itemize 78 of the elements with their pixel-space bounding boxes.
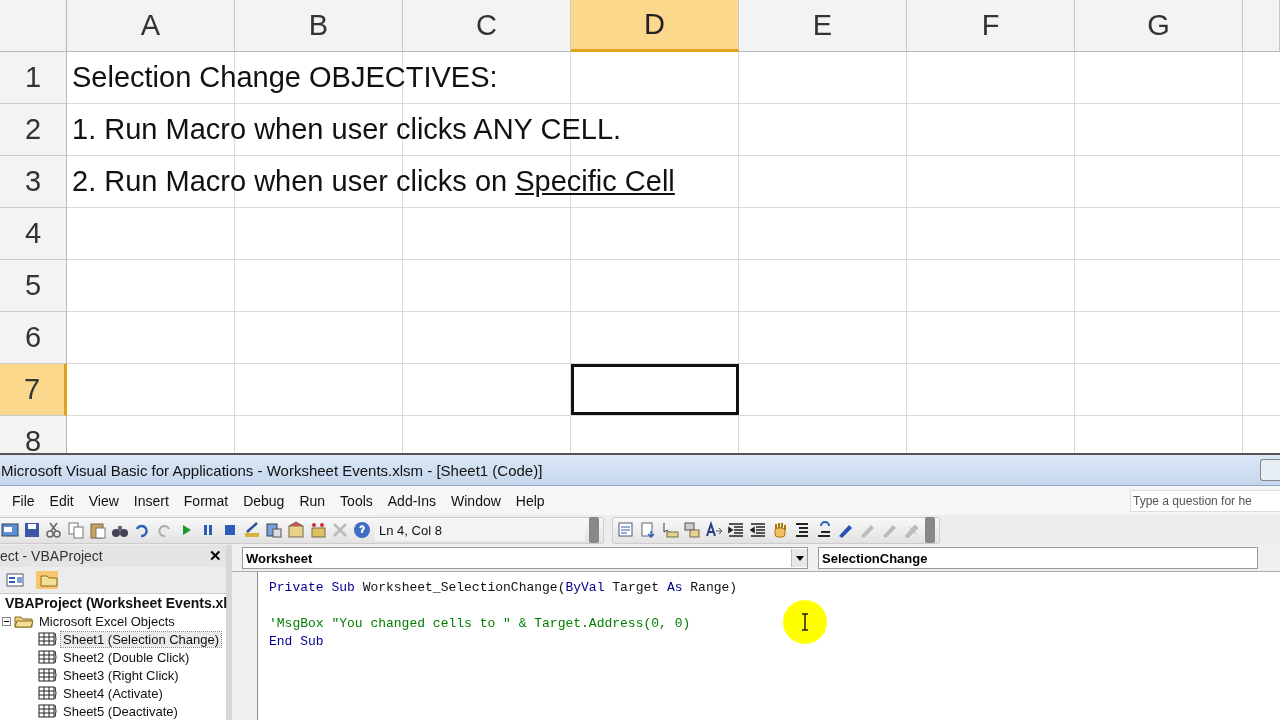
menu-item[interactable]: View bbox=[88, 492, 119, 509]
help-search-field[interactable]: Type a question for he bbox=[1130, 489, 1280, 512]
menu-item[interactable]: Debug bbox=[243, 492, 285, 509]
menu-item[interactable]: Window bbox=[451, 492, 501, 509]
active-cell[interactable] bbox=[571, 364, 739, 415]
toolbar-grip[interactable] bbox=[589, 517, 599, 543]
worksheet-icon bbox=[38, 668, 58, 682]
row-header[interactable]: 5 bbox=[0, 260, 67, 312]
menu-item[interactable]: File bbox=[12, 492, 35, 509]
quick-info-icon[interactable] bbox=[661, 521, 679, 539]
list-constants-icon[interactable] bbox=[639, 521, 657, 539]
tree-item[interactable]: Sheet5 (Deactivate) bbox=[61, 703, 180, 719]
cell-text: 1. Run Macro when user clicks ANY CELL. bbox=[72, 113, 622, 146]
window-title: Microsoft Visual Basic for Applications - Worksheet Events.xlsm - [Sheet1 (Code)] bbox=[1, 461, 543, 479]
column-header[interactable]: A bbox=[67, 0, 235, 52]
caret-icon bbox=[795, 555, 804, 561]
tree-item[interactable]: Sheet2 (Double Click) bbox=[61, 649, 192, 665]
close-button[interactable]: ✕ bbox=[209, 547, 222, 565]
menu-item[interactable]: Tools bbox=[340, 492, 373, 509]
row-header[interactable]: 2 bbox=[0, 104, 67, 156]
column-header[interactable]: D bbox=[571, 0, 739, 52]
tree-item[interactable]: VBAProject (Worksheet Events.xl bbox=[3, 595, 230, 611]
properties-icon[interactable] bbox=[287, 521, 305, 539]
object-dropdown[interactable]: Worksheet bbox=[242, 547, 808, 569]
menu-item[interactable]: Insert bbox=[133, 492, 169, 509]
row-header[interactable]: 6 bbox=[0, 312, 67, 364]
cell-text: 2. Run Macro when user clicks on Specific Cell bbox=[72, 165, 675, 198]
tree-item[interactable]: Microsoft Excel Objects bbox=[37, 613, 177, 629]
view-object-icon[interactable] bbox=[6, 571, 24, 589]
column-header[interactable]: G bbox=[1075, 0, 1243, 52]
collapse-toggle[interactable] bbox=[2, 616, 11, 626]
tree-item[interactable]: Sheet3 (Right Click) bbox=[61, 667, 181, 683]
row-header[interactable]: 8 bbox=[0, 416, 67, 453]
indent-icon[interactable] bbox=[727, 521, 745, 539]
copy-icon[interactable] bbox=[67, 521, 85, 539]
text-cursor-icon bbox=[801, 613, 809, 631]
excel-icon[interactable] bbox=[1, 521, 19, 539]
parameter-info-icon[interactable] bbox=[683, 521, 701, 539]
menu-item[interactable]: Format bbox=[183, 492, 229, 509]
pane-title: ect - VBAProject bbox=[0, 548, 103, 564]
save-icon[interactable] bbox=[23, 521, 41, 539]
cell-text: Selection Change OBJECTIVES: bbox=[72, 61, 498, 94]
worksheet-icon bbox=[38, 686, 58, 700]
code-line: End Sub bbox=[269, 634, 324, 649]
row-header[interactable]: 4 bbox=[0, 208, 67, 260]
paste-icon[interactable] bbox=[89, 521, 107, 539]
tree-item[interactable]: Sheet4 (Activate) bbox=[61, 685, 165, 701]
folder-icon bbox=[14, 614, 34, 628]
row-header[interactable]: 1 bbox=[0, 52, 67, 104]
procedure-dropdown[interactable]: SelectionChange bbox=[818, 547, 1258, 569]
hand-icon[interactable] bbox=[771, 521, 789, 539]
complete-word-icon[interactable] bbox=[705, 521, 723, 539]
cut-icon[interactable] bbox=[45, 521, 63, 539]
tree-item[interactable]: Sheet1 (Selection Change) bbox=[61, 631, 222, 647]
menu-item[interactable]: Add-Ins bbox=[387, 492, 437, 509]
worksheet-icon bbox=[38, 650, 58, 664]
menu-item[interactable]: Help bbox=[515, 492, 545, 509]
row-header[interactable]: 3 bbox=[0, 156, 67, 208]
menu-item[interactable]: Run bbox=[299, 492, 326, 509]
column-header[interactable]: E bbox=[739, 0, 907, 52]
worksheet-icon bbox=[38, 632, 58, 646]
outdent-icon[interactable] bbox=[749, 521, 767, 539]
code-line: Private Sub Worksheet_SelectionChange(ByVal Target As Range) bbox=[269, 580, 738, 595]
restore-button[interactable] bbox=[1260, 459, 1280, 481]
column-header[interactable]: C bbox=[403, 0, 571, 52]
help-icon[interactable] bbox=[353, 521, 371, 539]
column-header[interactable]: F bbox=[907, 0, 1075, 52]
list-members-icon[interactable] bbox=[617, 521, 635, 539]
code-line: 'MsgBox "You changed cells to " & Target.Address(0, 0) bbox=[269, 616, 691, 631]
project-explorer-icon[interactable] bbox=[265, 521, 283, 539]
toolbox-icon[interactable] bbox=[309, 521, 327, 539]
column-header[interactable]: B bbox=[235, 0, 403, 52]
uncomment-block-icon[interactable] bbox=[815, 521, 833, 539]
row-header[interactable]: 7 bbox=[0, 364, 67, 416]
comment-block-icon[interactable] bbox=[793, 521, 811, 539]
menu-item[interactable]: Edit bbox=[49, 492, 74, 509]
toolbar-grip[interactable] bbox=[925, 517, 935, 543]
design-mode-icon[interactable] bbox=[243, 521, 261, 539]
